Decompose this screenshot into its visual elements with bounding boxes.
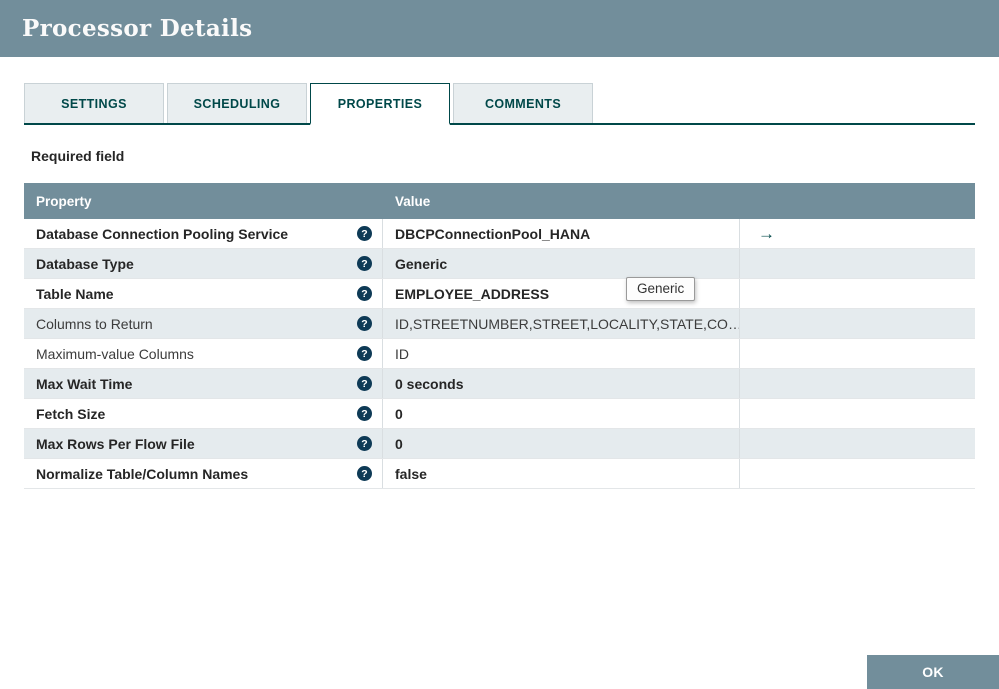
property-name: Fetch Size: [36, 406, 105, 422]
property-value: ID,STREETNUMBER,STREET,LOCALITY,STATE,CO…: [395, 316, 740, 332]
property-row: Database Type ? Generic: [24, 249, 975, 279]
dialog-title: Processor Details: [22, 15, 252, 42]
property-value: 0: [395, 406, 403, 422]
property-row: Maximum-value Columns ? ID: [24, 339, 975, 369]
property-value: false: [395, 466, 427, 482]
property-name: Columns to Return: [36, 316, 153, 332]
tab-scheduling[interactable]: SCHEDULING: [167, 83, 307, 123]
property-row: Max Rows Per Flow File ? 0: [24, 429, 975, 459]
properties-table: Property Value Database Connection Pooli…: [24, 183, 975, 489]
property-row: Fetch Size ? 0: [24, 399, 975, 429]
property-row: Columns to Return ? ID,STREETNUMBER,STRE…: [24, 309, 975, 339]
property-value: EMPLOYEE_ADDRESS: [395, 286, 549, 302]
property-name: Normalize Table/Column Names: [36, 466, 248, 482]
help-icon[interactable]: ?: [357, 316, 372, 331]
property-name: Max Rows Per Flow File: [36, 436, 195, 452]
tab-properties[interactable]: PROPERTIES: [310, 83, 450, 125]
property-row: Normalize Table/Column Names ? false: [24, 459, 975, 489]
properties-table-body: Database Connection Pooling Service ? DB…: [24, 219, 975, 489]
dialog-header: Processor Details: [0, 0, 999, 57]
help-icon[interactable]: ?: [357, 346, 372, 361]
property-row: Database Connection Pooling Service ? DB…: [24, 219, 975, 249]
dialog-content: SETTINGS SCHEDULING PROPERTIES COMMENTS …: [0, 83, 999, 489]
property-name: Max Wait Time: [36, 376, 132, 392]
property-value: ID: [395, 346, 409, 362]
help-icon[interactable]: ?: [357, 466, 372, 481]
help-icon[interactable]: ?: [357, 436, 372, 451]
property-row: Table Name ? EMPLOYEE_ADDRESS: [24, 279, 975, 309]
tab-settings[interactable]: SETTINGS: [24, 83, 164, 123]
tab-bar: SETTINGS SCHEDULING PROPERTIES COMMENTS: [24, 83, 975, 125]
property-name: Database Type: [36, 256, 134, 272]
required-field-label: Required field: [31, 148, 975, 164]
properties-table-header: Property Value: [24, 183, 975, 219]
goto-service-icon[interactable]: →: [758, 224, 775, 244]
column-header-value: Value: [383, 194, 740, 209]
property-name: Maximum-value Columns: [36, 346, 194, 362]
tab-settings-label: SETTINGS: [61, 97, 127, 111]
property-value: 0: [395, 436, 403, 452]
property-name: Table Name: [36, 286, 114, 302]
tab-comments[interactable]: COMMENTS: [453, 83, 593, 123]
property-name: Database Connection Pooling Service: [36, 226, 288, 242]
help-icon[interactable]: ?: [357, 286, 372, 301]
help-icon[interactable]: ?: [357, 376, 372, 391]
tab-scheduling-label: SCHEDULING: [194, 97, 281, 111]
value-tooltip: Generic: [626, 277, 695, 301]
help-icon[interactable]: ?: [357, 226, 372, 241]
help-icon[interactable]: ?: [357, 406, 372, 421]
help-icon[interactable]: ?: [357, 256, 372, 271]
property-value: DBCPConnectionPool_HANA: [395, 226, 590, 242]
ok-button[interactable]: OK: [867, 655, 999, 689]
tab-comments-label: COMMENTS: [485, 97, 561, 111]
property-row: Max Wait Time ? 0 seconds: [24, 369, 975, 399]
column-header-property: Property: [24, 194, 383, 209]
property-value: Generic: [395, 256, 447, 272]
property-value: 0 seconds: [395, 376, 463, 392]
tab-properties-label: PROPERTIES: [338, 97, 423, 111]
